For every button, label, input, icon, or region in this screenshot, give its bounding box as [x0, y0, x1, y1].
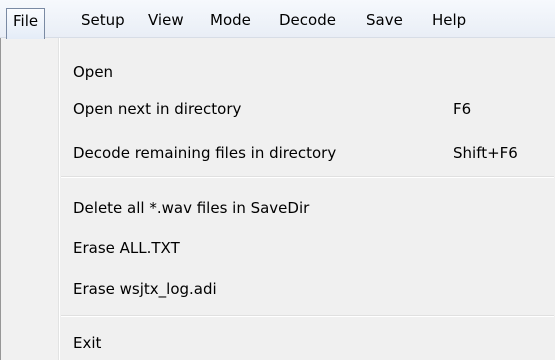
menu-file[interactable]: File [6, 8, 46, 39]
menu-mode[interactable]: Mode [203, 8, 258, 34]
menu-item-erase-all-txt[interactable]: Erase ALL.TXT [3, 231, 554, 265]
menu-bar: File Setup View Mode Decode Save Help [0, 0, 555, 39]
menu-item-exit[interactable]: Exit [3, 326, 554, 360]
app-window: File Setup View Mode Decode Save Help Op… [0, 0, 555, 360]
menu-item-erase-log[interactable]: Erase wsjtx_log.adi [3, 272, 554, 306]
menu-item-label: Open next in directory [73, 100, 242, 118]
menu-save[interactable]: Save [359, 8, 410, 34]
menu-setup[interactable]: Setup [74, 8, 132, 34]
menu-view[interactable]: View [141, 8, 191, 34]
menu-item-label: Decode remaining files in directory [73, 144, 337, 162]
menu-item-label: Exit [73, 334, 102, 352]
menu-item-shortcut: F6 [453, 100, 472, 118]
menu-item-label: Delete all *.wav files in SaveDir [73, 199, 310, 217]
menu-item-label: Erase ALL.TXT [73, 239, 180, 257]
menu-item-label: Erase wsjtx_log.adi [73, 280, 217, 298]
menu-decode[interactable]: Decode [272, 8, 343, 34]
menu-item-shortcut: Shift+F6 [453, 144, 518, 162]
menu-separator [61, 176, 554, 178]
menu-item-decode-remaining[interactable]: Decode remaining files in directory Shif… [3, 136, 554, 170]
menu-item-open[interactable]: Open [3, 55, 554, 89]
menu-help[interactable]: Help [425, 8, 473, 34]
menu-item-label: Open [73, 63, 114, 81]
file-dropdown-menu: Open Open next in directory F6 Decode re… [0, 38, 555, 360]
menu-item-delete-wav[interactable]: Delete all *.wav files in SaveDir [3, 191, 554, 225]
menu-separator [61, 315, 554, 317]
menu-item-open-next[interactable]: Open next in directory F6 [3, 92, 554, 126]
